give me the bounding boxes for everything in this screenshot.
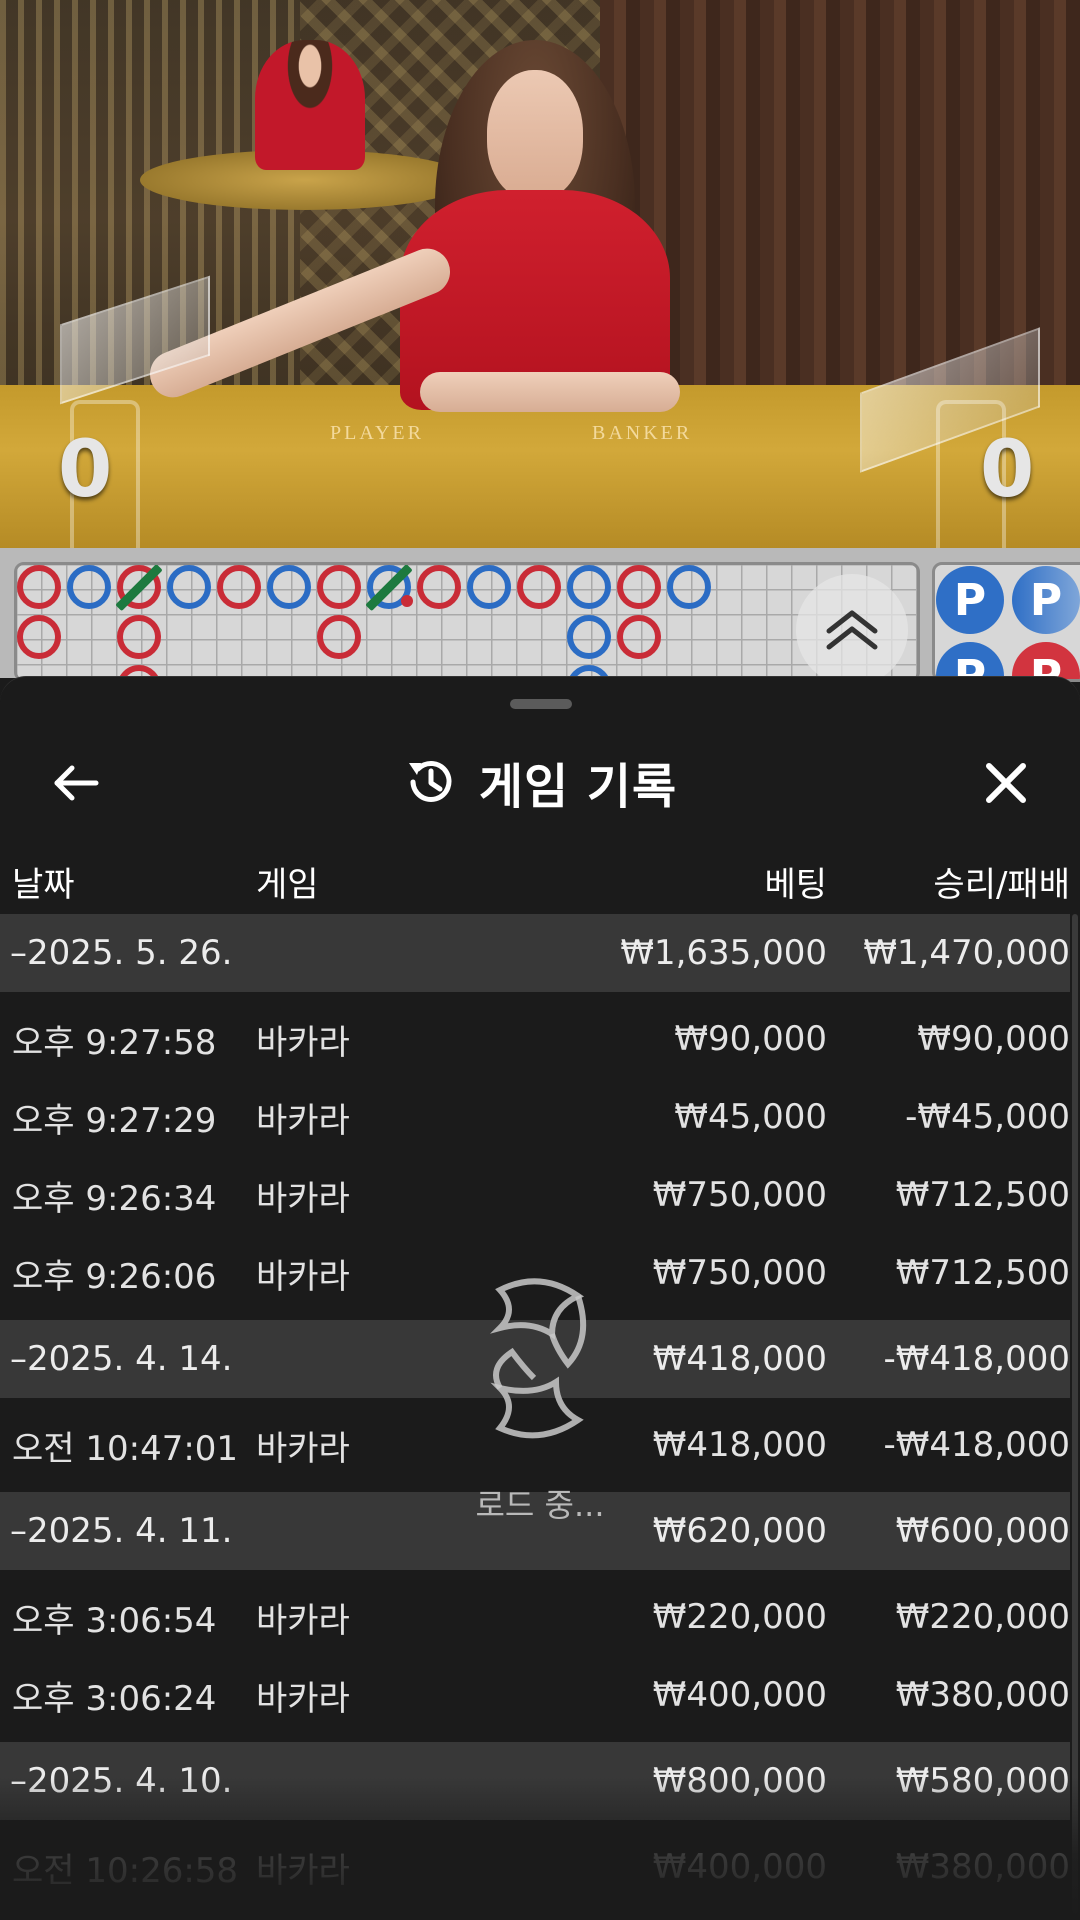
- bead-road: PPPP: [932, 562, 1080, 682]
- banker-road-marker: [17, 615, 61, 659]
- player-score: 0: [58, 425, 113, 515]
- row-win-loss: ₩90,000: [917, 1019, 1070, 1059]
- banker-road-marker: [617, 615, 661, 659]
- banker-road-marker: [317, 565, 361, 609]
- double-chevron-up-icon: [826, 610, 878, 650]
- dealer-face: [487, 70, 583, 200]
- group-bet-total: ₩418,000: [652, 1339, 827, 1379]
- player-road-marker: [167, 565, 211, 609]
- group-win-loss-total: ₩600,000: [895, 1511, 1070, 1551]
- banker-road-marker: [617, 565, 661, 609]
- row-time: 오후 9:26:06: [12, 1256, 217, 1297]
- bead-marker: P: [1012, 566, 1080, 634]
- row-game: 바카라: [256, 1178, 350, 1219]
- arrow-left-icon: [54, 765, 99, 801]
- row-time: 오후 9:27:29: [12, 1100, 217, 1141]
- background-dealer: [255, 40, 365, 170]
- group-date: –2025. 5. 26.: [10, 933, 233, 973]
- player-road-marker: [567, 565, 611, 609]
- column-header-game: 게임: [256, 864, 319, 905]
- dealer-arm-right: [420, 372, 680, 412]
- row-bet: ₩90,000: [674, 1019, 827, 1059]
- history-row[interactable]: 오후 9:27:58 바카라 ₩90,000 ₩90,000: [0, 1000, 1070, 1078]
- group-win-loss-total: ₩1,470,000: [863, 933, 1070, 973]
- row-win-loss: -₩418,000: [883, 1425, 1071, 1465]
- group-bet-total: ₩620,000: [652, 1511, 827, 1551]
- back-button[interactable]: [46, 753, 106, 813]
- history-row[interactable]: 오후 3:06:54 바카라 ₩220,000 ₩220,000: [0, 1578, 1070, 1656]
- banker-road-marker: [317, 615, 361, 659]
- banker-road-marker: [217, 565, 261, 609]
- felt-player-label: PLAYER: [330, 422, 424, 444]
- loading-text: 로드 중...: [475, 1486, 605, 1524]
- player-road-marker: [67, 565, 111, 609]
- row-game: 바카라: [256, 1100, 350, 1141]
- expand-roads-button[interactable]: [796, 574, 908, 686]
- history-row[interactable]: 오후 9:26:34 바카라 ₩750,000 ₩712,500: [0, 1156, 1070, 1234]
- row-time: 오전 10:47:01: [12, 1428, 239, 1469]
- live-video: PLAYER BANKER 0 0: [0, 0, 1080, 548]
- loading-spinner-icon: [489, 1278, 587, 1439]
- banker-road-marker: [417, 565, 461, 609]
- banker-score: 0: [980, 425, 1035, 515]
- row-time: 오후 9:26:34: [12, 1178, 217, 1219]
- row-game: 바카라: [256, 1600, 350, 1641]
- history-row[interactable]: 오후 3:06:24 바카라 ₩400,000 ₩380,000: [0, 1656, 1070, 1734]
- row-time: 오후 3:06:24: [12, 1678, 217, 1719]
- row-win-loss: ₩380,000: [895, 1675, 1070, 1715]
- row-bet: ₩220,000: [652, 1597, 827, 1637]
- column-header-date: 날짜: [12, 864, 75, 905]
- close-icon: [986, 763, 1026, 803]
- row-bet: ₩400,000: [652, 1675, 827, 1715]
- sheet-drag-handle[interactable]: [510, 699, 572, 709]
- row-bet: ₩750,000: [652, 1253, 827, 1293]
- group-win-loss-total: -₩418,000: [883, 1339, 1071, 1379]
- sheet-title: 게임 기록: [478, 759, 678, 815]
- scrollbar[interactable]: [1072, 914, 1078, 1914]
- banker-road-marker: [17, 565, 61, 609]
- player-road-marker: [567, 615, 611, 659]
- history-icon: [408, 760, 452, 802]
- row-win-loss: ₩712,500: [895, 1253, 1070, 1293]
- group-bet-total: ₩1,635,000: [620, 933, 827, 973]
- group-date: –2025. 4. 14.: [10, 1339, 233, 1379]
- bead-marker: P: [936, 566, 1004, 634]
- felt-banker-label: BANKER: [592, 422, 693, 444]
- row-time: 오후 3:06:54: [12, 1600, 217, 1641]
- row-win-loss: ₩712,500: [895, 1175, 1070, 1215]
- row-win-loss: -₩45,000: [905, 1097, 1070, 1137]
- group-date: –2025. 4. 11.: [10, 1511, 233, 1551]
- row-bet: ₩418,000: [652, 1425, 827, 1465]
- row-game: 바카라: [256, 1256, 350, 1297]
- scoreboard: PPPP: [0, 548, 1080, 682]
- row-game: 바카라: [256, 1022, 350, 1063]
- row-bet: ₩45,000: [674, 1097, 827, 1137]
- row-time: 오후 9:27:58: [12, 1022, 217, 1063]
- sheet-title-group: 게임 기록: [0, 727, 1080, 837]
- date-group-row[interactable]: –2025. 5. 26. ₩1,635,000 ₩1,470,000: [0, 914, 1070, 992]
- column-header-bet: 베팅: [764, 864, 827, 905]
- banker-road-marker: [117, 615, 161, 659]
- row-game: 바카라: [256, 1428, 350, 1469]
- history-row[interactable]: 오후 9:27:29 바카라 ₩45,000 -₩45,000: [0, 1078, 1070, 1156]
- player-road-marker: [267, 565, 311, 609]
- banker-pair-dot: [401, 595, 413, 607]
- row-win-loss: ₩220,000: [895, 1597, 1070, 1637]
- player-road-marker: [467, 565, 511, 609]
- banker-road-marker: [517, 565, 561, 609]
- player-road-marker: [667, 565, 711, 609]
- big-road: [14, 562, 920, 682]
- list-fade: [0, 1777, 1080, 1920]
- sheet-header: 게임 기록: [0, 727, 1080, 837]
- column-header-win-loss: 승리/패배: [933, 864, 1070, 905]
- row-game: 바카라: [256, 1678, 350, 1719]
- row-bet: ₩750,000: [652, 1175, 827, 1215]
- close-button[interactable]: [976, 753, 1036, 813]
